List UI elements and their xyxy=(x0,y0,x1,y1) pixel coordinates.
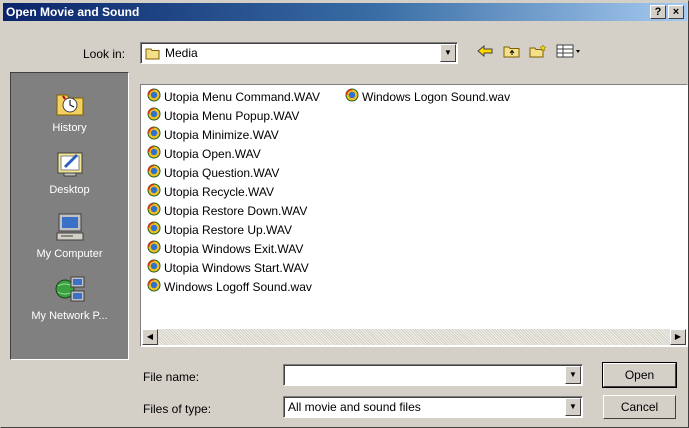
file-item-label: Utopia Windows Start.WAV xyxy=(164,261,309,276)
places-desktop[interactable]: Desktop xyxy=(11,147,128,196)
file-item[interactable]: Utopia Restore Up.WAV xyxy=(147,221,292,240)
file-item[interactable]: Utopia Menu Command.WAV xyxy=(147,88,320,107)
file-item-label: Utopia Menu Popup.WAV xyxy=(164,109,300,124)
file-item[interactable]: Utopia Menu Popup.WAV xyxy=(147,107,299,126)
files-of-type-value: All movie and sound files xyxy=(288,400,421,414)
file-item-label: Utopia Menu Command.WAV xyxy=(164,90,321,105)
sound-file-icon xyxy=(147,221,161,241)
up-folder-icon[interactable] xyxy=(502,44,522,62)
scroll-right-button[interactable]: ▶ xyxy=(670,329,686,345)
file-item[interactable]: Utopia Question.WAV xyxy=(147,164,279,183)
sound-file-icon xyxy=(345,88,359,108)
file-list[interactable]: Utopia Menu Command.WAV Utopia Menu Popup… xyxy=(140,84,688,347)
file-item-label: Windows Logoff Sound.wav xyxy=(164,280,312,295)
folder-icon xyxy=(145,47,161,63)
file-item[interactable]: Utopia Recycle.WAV xyxy=(147,183,274,202)
places-my-computer[interactable]: My Computer xyxy=(11,211,128,260)
file-item-label: Utopia Windows Exit.WAV xyxy=(164,242,304,257)
file-item-label: Utopia Recycle.WAV xyxy=(164,185,275,200)
cancel-button[interactable]: Cancel xyxy=(603,395,676,419)
sound-file-icon xyxy=(147,259,161,279)
horizontal-scrollbar[interactable]: ◀ ▶ xyxy=(142,329,686,345)
places-history[interactable]: History xyxy=(11,87,128,134)
sound-file-icon xyxy=(147,278,161,298)
file-name-label: File name: xyxy=(143,370,200,384)
places-network-label: My Network P... xyxy=(31,310,108,322)
sound-file-icon xyxy=(147,202,161,222)
file-item[interactable]: Windows Logoff Sound.wav xyxy=(147,278,312,297)
files-of-type-combo[interactable]: All movie and sound files ▼ xyxy=(283,396,583,418)
look-in-value: Media xyxy=(165,46,198,60)
file-item[interactable]: Utopia Windows Start.WAV xyxy=(147,259,309,278)
file-item[interactable]: Utopia Open.WAV xyxy=(147,145,261,164)
title-bar[interactable]: Open Movie and Sound ? × xyxy=(3,3,687,21)
open-button[interactable]: Open xyxy=(602,362,677,388)
look-in-combo[interactable]: Media ▼ xyxy=(140,42,458,64)
my-computer-icon xyxy=(11,211,128,246)
file-name-input[interactable]: ▼ xyxy=(283,364,583,386)
files-of-type-label: Files of type: xyxy=(143,402,212,416)
new-folder-icon[interactable] xyxy=(528,44,548,62)
sound-file-icon xyxy=(147,107,161,127)
file-item[interactable]: Utopia Minimize.WAV xyxy=(147,126,279,145)
sound-file-icon xyxy=(147,240,161,260)
file-item-label: Utopia Open.WAV xyxy=(164,147,261,162)
window-title: Open Movie and Sound xyxy=(6,5,140,19)
close-button[interactable]: × xyxy=(668,5,684,19)
file-item[interactable]: Utopia Windows Exit.WAV xyxy=(147,240,303,259)
open-dialog: Open Movie and Sound ? × Look in: Media … xyxy=(0,0,689,428)
file-name-dropdown-button[interactable]: ▼ xyxy=(565,366,581,384)
places-history-label: History xyxy=(52,122,87,134)
history-icon xyxy=(11,87,128,120)
look-in-label: Look in: xyxy=(83,47,126,61)
files-of-type-dropdown-button[interactable]: ▼ xyxy=(565,398,581,416)
file-item[interactable]: Utopia Restore Down.WAV xyxy=(147,202,307,221)
look-in-dropdown-button[interactable]: ▼ xyxy=(440,44,456,62)
places-desktop-label: Desktop xyxy=(49,184,90,196)
file-item-label: Utopia Minimize.WAV xyxy=(164,128,279,143)
sound-file-icon xyxy=(147,164,161,184)
places-bar: History Desktop My Computer My Network P… xyxy=(10,72,129,360)
file-item-label: Utopia Question.WAV xyxy=(164,166,280,181)
file-item-label: Utopia Restore Up.WAV xyxy=(164,223,293,238)
file-item-label: Utopia Restore Down.WAV xyxy=(164,204,308,219)
view-menu-icon[interactable] xyxy=(555,44,583,62)
help-button[interactable]: ? xyxy=(650,5,666,19)
network-places-icon xyxy=(11,273,128,308)
back-arrow-icon[interactable] xyxy=(475,44,495,62)
sound-file-icon xyxy=(147,183,161,203)
file-item[interactable]: Windows Logon Sound.wav xyxy=(345,88,510,107)
sound-file-icon xyxy=(147,88,161,108)
scroll-left-button[interactable]: ◀ xyxy=(142,329,158,345)
file-item-label: Windows Logon Sound.wav xyxy=(362,90,511,105)
places-my-computer-label: My Computer xyxy=(36,248,103,260)
places-network[interactable]: My Network P... xyxy=(11,273,128,322)
sound-file-icon xyxy=(147,126,161,146)
sound-file-icon xyxy=(147,145,161,165)
desktop-icon xyxy=(11,147,128,182)
